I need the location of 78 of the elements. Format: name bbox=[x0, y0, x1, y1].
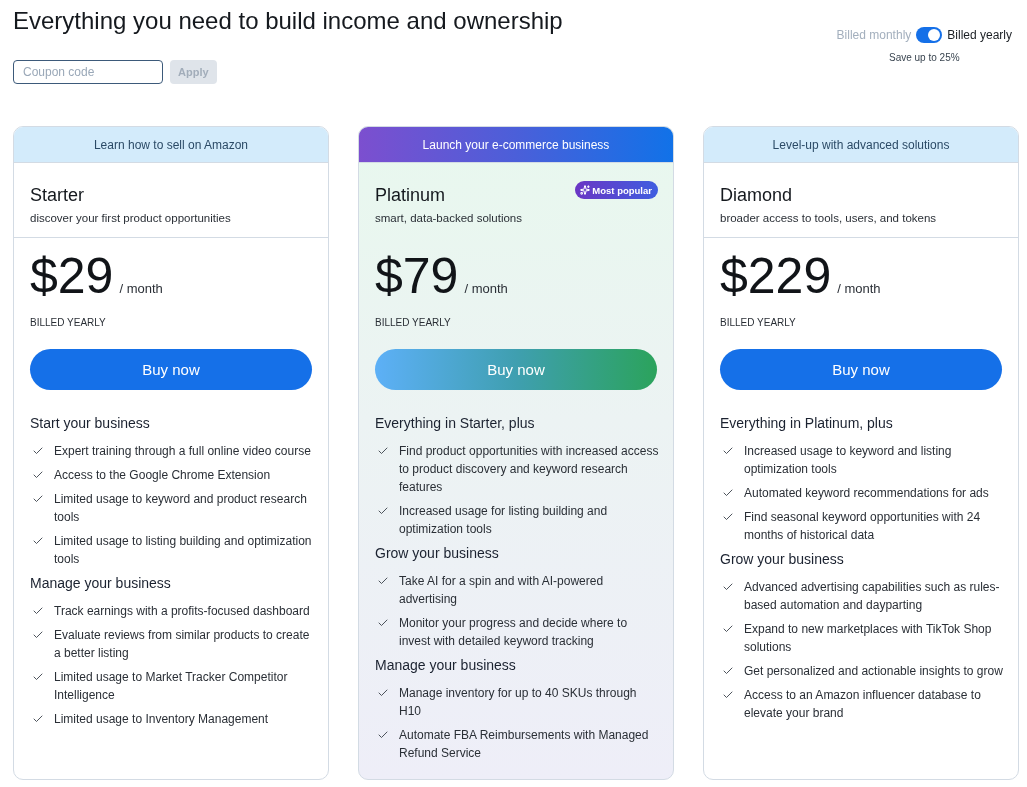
check-icon bbox=[722, 623, 734, 635]
feature-text: Manage inventory for up to 40 SKUs through H10 bbox=[399, 685, 638, 720]
plan-tagline: Level-up with advanced solutions bbox=[704, 127, 1018, 163]
feature-text: Find seasonal keyword opportunities with 24 months of historical data bbox=[744, 509, 982, 544]
check-icon bbox=[377, 575, 389, 587]
feature-text: Take AI for a spin and with AI-powered advertising bbox=[399, 573, 605, 608]
billing-note: BILLED YEARLY bbox=[30, 317, 106, 328]
check-icon bbox=[722, 581, 734, 593]
check-icon bbox=[377, 729, 389, 741]
feature-section-heading: Grow your business bbox=[720, 550, 844, 568]
price-period: / month bbox=[464, 281, 508, 296]
feature-text: Track earnings with a profits-focused dashboard bbox=[54, 603, 310, 620]
buy-button[interactable]: Buy now bbox=[375, 349, 657, 390]
plan-tagline: Launch your e-commerce business bbox=[359, 127, 673, 163]
check-icon bbox=[722, 487, 734, 499]
feature-text: Limited usage to listing building and optimization tools bbox=[54, 533, 313, 568]
feature-text: Limited usage to keyword and product research tools bbox=[54, 491, 308, 526]
page-title: Everything you need to build income and ownership bbox=[13, 7, 563, 35]
check-icon bbox=[377, 687, 389, 699]
feature-section-heading: Everything in Platinum, plus bbox=[720, 414, 893, 432]
plan-description: broader access to tools, users, and tokens bbox=[720, 211, 937, 226]
check-icon bbox=[377, 445, 389, 457]
plan-description: smart, data-backed solutions bbox=[375, 211, 523, 226]
billed-monthly-label: Billed monthly bbox=[836, 28, 912, 42]
feature-text: Limited usage to Market Tracker Competitor Intelligence bbox=[54, 669, 289, 704]
check-icon bbox=[722, 445, 734, 457]
plan-name: Diamond bbox=[720, 184, 793, 207]
feature-text: Evaluate reviews from similar products to create a better listing bbox=[54, 627, 311, 662]
feature-section-heading: Manage your business bbox=[30, 574, 171, 592]
buy-button[interactable]: Buy now bbox=[720, 349, 1002, 390]
feature-text: Access to the Google Chrome Extension bbox=[54, 467, 271, 484]
check-icon bbox=[722, 665, 734, 677]
check-icon bbox=[32, 671, 44, 683]
plan-name: Starter bbox=[30, 184, 85, 207]
check-icon bbox=[32, 629, 44, 641]
check-icon bbox=[722, 689, 734, 701]
feature-text: Automate FBA Reimbursements with Managed Refund Service bbox=[399, 727, 650, 762]
feature-section-heading: Start your business bbox=[30, 414, 150, 432]
feature-text: Increased usage for listing building and optimization tools bbox=[399, 503, 609, 538]
feature-text: Limited usage to Inventory Management bbox=[54, 711, 269, 728]
billed-yearly-label: Billed yearly bbox=[947, 28, 1012, 42]
feature-text: Advanced advertising capabilities such as rules-based automation and dayparting bbox=[744, 579, 1001, 614]
check-icon bbox=[377, 617, 389, 629]
plan-tagline: Learn how to sell on Amazon bbox=[14, 127, 328, 163]
check-icon bbox=[32, 445, 44, 457]
plan-name: Platinum bbox=[375, 184, 446, 207]
feature-text: Access to an Amazon influencer database to elevate your brand bbox=[744, 687, 982, 722]
check-icon bbox=[32, 713, 44, 725]
feature-text: Monitor your progress and decide where to invest with detailed keyword tracking bbox=[399, 615, 629, 650]
check-icon bbox=[722, 511, 734, 523]
feature-section-heading: Everything in Starter, plus bbox=[375, 414, 535, 432]
plan-price: $229 bbox=[720, 247, 832, 306]
sparkle-icon bbox=[580, 185, 591, 195]
plan-price: $79 bbox=[375, 247, 459, 306]
coupon-field[interactable]: Coupon code bbox=[13, 60, 163, 84]
plan-description: discover your first product opportunities bbox=[30, 211, 231, 226]
check-icon bbox=[32, 493, 44, 505]
feature-text: Expert training through a full online video course bbox=[54, 443, 311, 460]
badge-label: Most popular bbox=[592, 184, 652, 196]
feature-section-heading: Manage your business bbox=[375, 656, 516, 674]
savings-note: Save up to 25% bbox=[889, 52, 960, 63]
feature-text: Get personalized and actionable insights to grow bbox=[744, 663, 1003, 680]
plan-price: $29 bbox=[30, 247, 114, 306]
feature-text: Increased usage to keyword and listing optimization tools bbox=[744, 443, 953, 478]
billing-note: BILLED YEARLY bbox=[375, 317, 451, 328]
check-icon bbox=[377, 505, 389, 517]
check-icon bbox=[32, 535, 44, 547]
check-icon bbox=[32, 605, 44, 617]
price-period: / month bbox=[837, 281, 881, 296]
buy-button[interactable]: Buy now bbox=[30, 349, 312, 390]
billing-toggle[interactable] bbox=[916, 27, 943, 43]
feature-text: Expand to new marketplaces with TikTok Shop solutions bbox=[744, 621, 993, 656]
feature-text: Automated keyword recommendations for ads bbox=[744, 485, 989, 502]
check-icon bbox=[32, 469, 44, 481]
feature-section-heading: Grow your business bbox=[375, 544, 499, 562]
feature-text: Find product opportunities with increased access to product discovery and keyword research features bbox=[399, 443, 659, 496]
price-period: / month bbox=[119, 281, 163, 296]
billing-note: BILLED YEARLY bbox=[720, 317, 796, 328]
